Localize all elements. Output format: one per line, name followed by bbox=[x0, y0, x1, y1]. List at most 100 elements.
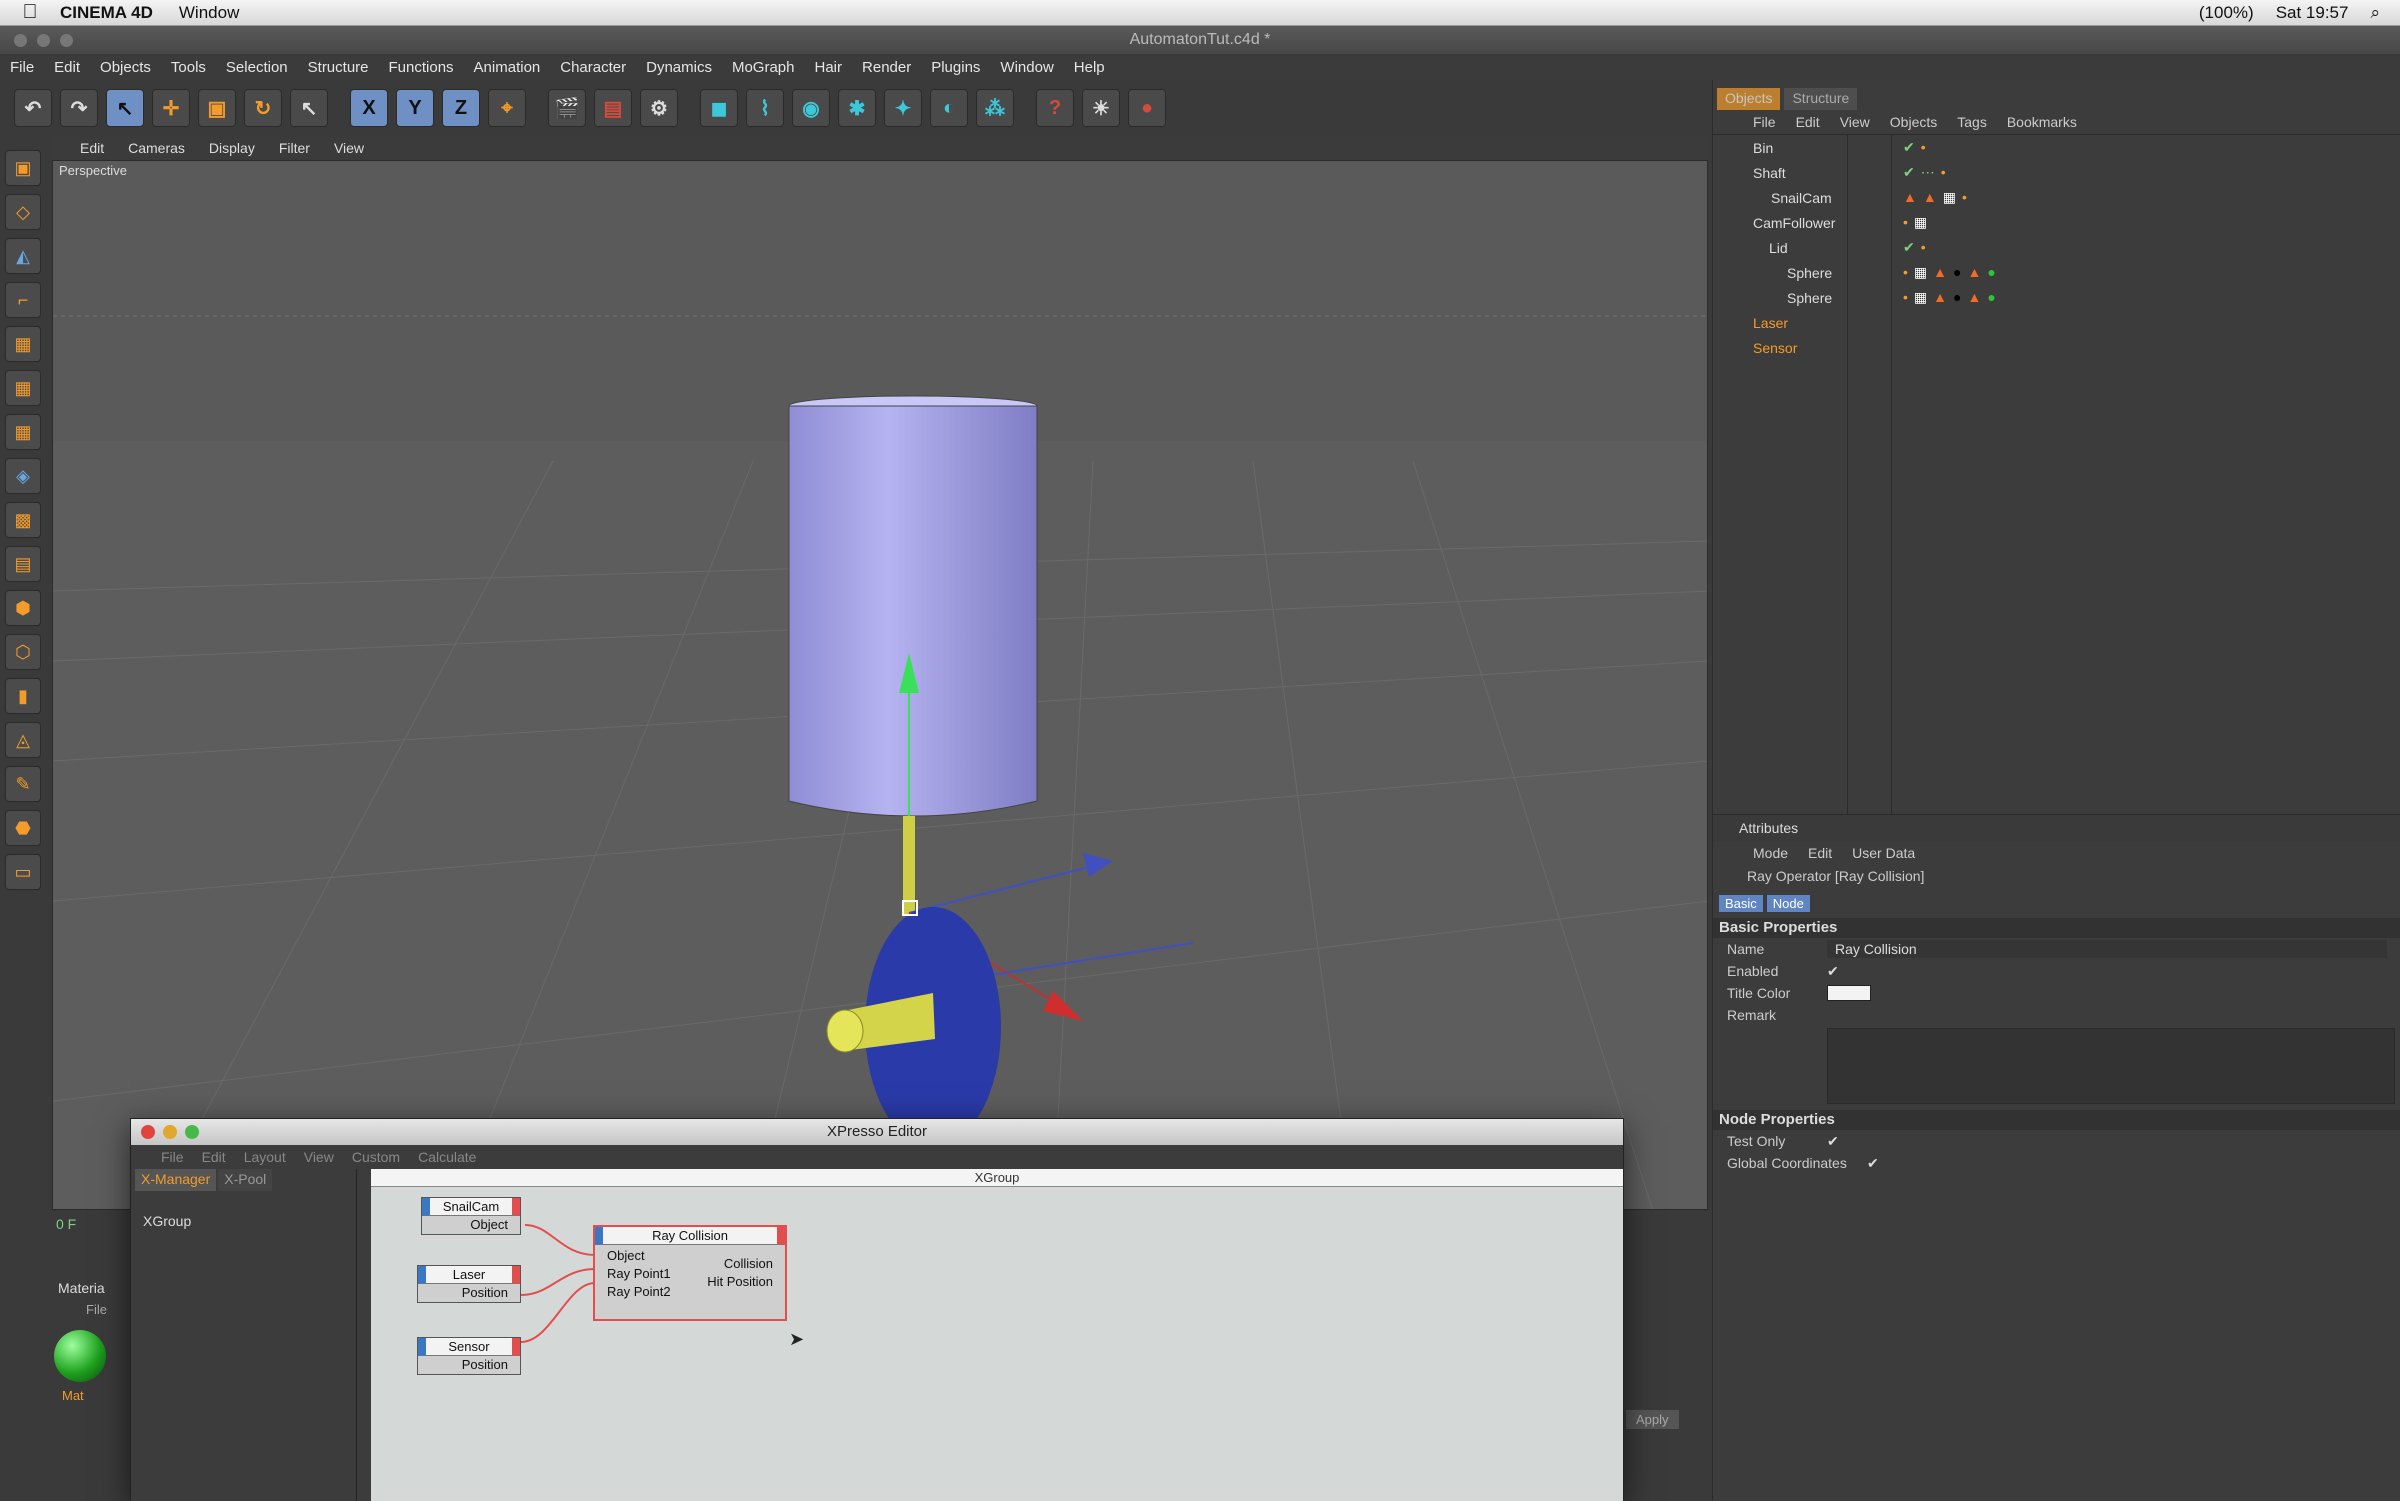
node-sensor[interactable]: Sensor Position bbox=[417, 1337, 521, 1375]
xpresso-zoom-button[interactable] bbox=[185, 1125, 199, 1139]
world-coords-icon[interactable]: ⌖ bbox=[488, 89, 526, 127]
material-menu-file[interactable]: File bbox=[86, 1302, 107, 1317]
menu-window[interactable]: Window bbox=[1000, 59, 1053, 76]
bar-icon[interactable]: ▮ bbox=[5, 678, 41, 714]
current-frame-field[interactable]: 0 F bbox=[56, 1216, 76, 1232]
xpresso-menu-layout[interactable]: Layout bbox=[244, 1149, 286, 1165]
test-only-checkbox[interactable]: ✔ bbox=[1827, 1133, 1839, 1150]
material-name[interactable]: Mat bbox=[62, 1388, 84, 1403]
objects-menu-tags[interactable]: Tags bbox=[1957, 114, 1987, 130]
objects-menu-edit[interactable]: Edit bbox=[1796, 114, 1820, 130]
edges-mode-icon[interactable]: ▦ bbox=[5, 370, 41, 406]
xpresso-menu-view[interactable]: View bbox=[304, 1149, 334, 1165]
global-coords-checkbox[interactable]: ✔ bbox=[1867, 1155, 1879, 1172]
redo-icon[interactable]: ↷ bbox=[60, 89, 98, 127]
viewport-menu-cameras[interactable]: Cameras bbox=[128, 140, 185, 156]
undo-icon[interactable]: ↶ bbox=[14, 89, 52, 127]
polygons-mode-icon[interactable]: ▦ bbox=[5, 414, 41, 450]
menu-tools[interactable]: Tools bbox=[171, 59, 206, 76]
snap-icon[interactable]: ◬ bbox=[5, 722, 41, 758]
object-row[interactable]: Lid ✔ • bbox=[1713, 235, 2400, 260]
object-row[interactable]: SnailCam ▲ ▲ ▦ • bbox=[1713, 185, 2400, 210]
xpresso-minimize-button[interactable] bbox=[163, 1125, 177, 1139]
port-out-hit-position[interactable]: Hit Position bbox=[695, 1273, 785, 1291]
sculpt-icon[interactable]: ⬢ bbox=[5, 590, 41, 626]
xpresso-canvas[interactable]: XGroup SnailCam Object Laser Position Se… bbox=[357, 1169, 1623, 1501]
texture-mode-icon[interactable]: ◇ bbox=[5, 194, 41, 230]
title-color-swatch[interactable] bbox=[1827, 985, 1871, 1001]
tab-basic[interactable]: Basic bbox=[1719, 895, 1763, 912]
menu-structure[interactable]: Structure bbox=[308, 59, 369, 76]
object-row[interactable]: Sensor bbox=[1713, 335, 2400, 360]
viewport-menu-view[interactable]: View bbox=[334, 140, 364, 156]
apple-menu-icon[interactable]:  bbox=[0, 1, 60, 24]
menu-mograph[interactable]: MoGraph bbox=[732, 59, 795, 76]
tab-objects[interactable]: Objects bbox=[1717, 88, 1781, 110]
cube-mode-icon[interactable]: ⬡ bbox=[5, 634, 41, 670]
object-row[interactable]: Bin ✔ • bbox=[1713, 135, 2400, 160]
menu-plugins[interactable]: Plugins bbox=[931, 59, 980, 76]
port-position[interactable]: Position bbox=[418, 1284, 520, 1302]
xpresso-menu-custom[interactable]: Custom bbox=[352, 1149, 400, 1165]
xpresso-menu-edit[interactable]: Edit bbox=[202, 1149, 226, 1165]
port-in-ray-point2[interactable]: Ray Point2 bbox=[595, 1283, 683, 1301]
object-row[interactable]: CamFollower • ▦ bbox=[1713, 210, 2400, 235]
spotlight-icon[interactable]: ⌕ bbox=[2370, 3, 2380, 23]
record-icon[interactable]: ● bbox=[1128, 89, 1166, 127]
window-menu[interactable]: Window bbox=[179, 3, 239, 23]
material-preview[interactable] bbox=[54, 1330, 106, 1382]
battery-status[interactable]: (100%) bbox=[2199, 3, 2254, 23]
camera-icon[interactable]: ? bbox=[1036, 89, 1074, 127]
spline-icon[interactable]: ⌇ bbox=[746, 89, 784, 127]
render-view-icon[interactable]: 🎬 bbox=[548, 89, 586, 127]
attributes-menu-mode[interactable]: Mode bbox=[1753, 845, 1788, 861]
nurbs-icon[interactable]: ◉ bbox=[792, 89, 830, 127]
menu-functions[interactable]: Functions bbox=[389, 59, 454, 76]
select-tool-icon[interactable]: ↖ bbox=[106, 89, 144, 127]
menu-hair[interactable]: Hair bbox=[815, 59, 843, 76]
menu-animation[interactable]: Animation bbox=[474, 59, 541, 76]
object-row[interactable]: Shaft ✔ ⋯ • bbox=[1713, 160, 2400, 185]
menu-file[interactable]: File bbox=[10, 59, 34, 76]
viewport-menu-display[interactable]: Display bbox=[209, 140, 255, 156]
menu-edit[interactable]: Edit bbox=[54, 59, 80, 76]
menu-render[interactable]: Render bbox=[862, 59, 911, 76]
perspective-viewport[interactable]: Perspective bbox=[52, 160, 1708, 1210]
menu-dynamics[interactable]: Dynamics bbox=[646, 59, 712, 76]
move-tool-icon[interactable]: ✛ bbox=[152, 89, 190, 127]
xpresso-menu-calculate[interactable]: Calculate bbox=[418, 1149, 476, 1165]
viewport-menu-filter[interactable]: Filter bbox=[279, 140, 310, 156]
menu-character[interactable]: Character bbox=[560, 59, 626, 76]
object-row[interactable]: Laser bbox=[1713, 310, 2400, 335]
rotate-tool-icon[interactable]: ↻ bbox=[244, 89, 282, 127]
scene-icon[interactable]: ◐ bbox=[930, 89, 968, 127]
objects-menu-file[interactable]: File bbox=[1753, 114, 1776, 130]
enable-axis-icon[interactable]: ◈ bbox=[5, 458, 41, 494]
attributes-menu-userdata[interactable]: User Data bbox=[1852, 845, 1915, 861]
live-select-icon[interactable]: ↖ bbox=[290, 89, 328, 127]
node-ray-collision[interactable]: Ray Collision Object Ray Point1 Ray Poin… bbox=[593, 1225, 787, 1321]
apply-button[interactable]: Apply bbox=[1626, 1410, 1679, 1429]
viewport-menu-edit[interactable]: Edit bbox=[80, 140, 104, 156]
object-axis-icon[interactable]: ⌐ bbox=[5, 282, 41, 318]
menu-help[interactable]: Help bbox=[1074, 59, 1105, 76]
port-position[interactable]: Position bbox=[418, 1356, 520, 1374]
object-row[interactable]: Sphere • ▦ ▲ ● ▲ ● bbox=[1713, 260, 2400, 285]
scale-tool-icon[interactable]: ▣ bbox=[198, 89, 236, 127]
menu-objects[interactable]: Objects bbox=[100, 59, 151, 76]
attributes-menu-edit[interactable]: Edit bbox=[1808, 845, 1832, 861]
tab-x-manager[interactable]: X-Manager bbox=[135, 1169, 217, 1191]
port-object[interactable]: Object bbox=[422, 1216, 520, 1234]
checker-icon[interactable]: ▩ bbox=[5, 502, 41, 538]
render-settings-icon[interactable]: ⚙ bbox=[640, 89, 678, 127]
paint-icon[interactable]: ✎ bbox=[5, 766, 41, 802]
name-field[interactable]: Ray Collision bbox=[1827, 940, 2387, 958]
objects-menu-objects[interactable]: Objects bbox=[1890, 114, 1937, 130]
port-in-ray-point1[interactable]: Ray Point1 bbox=[595, 1265, 683, 1283]
cube-icon[interactable]: ◼ bbox=[700, 89, 738, 127]
z-axis-lock-icon[interactable]: Z bbox=[442, 89, 480, 127]
array-icon[interactable]: ✱ bbox=[838, 89, 876, 127]
deformer-icon[interactable]: ✦ bbox=[884, 89, 922, 127]
zoom-button[interactable] bbox=[60, 34, 73, 47]
tab-structure[interactable]: Structure bbox=[1784, 88, 1858, 110]
